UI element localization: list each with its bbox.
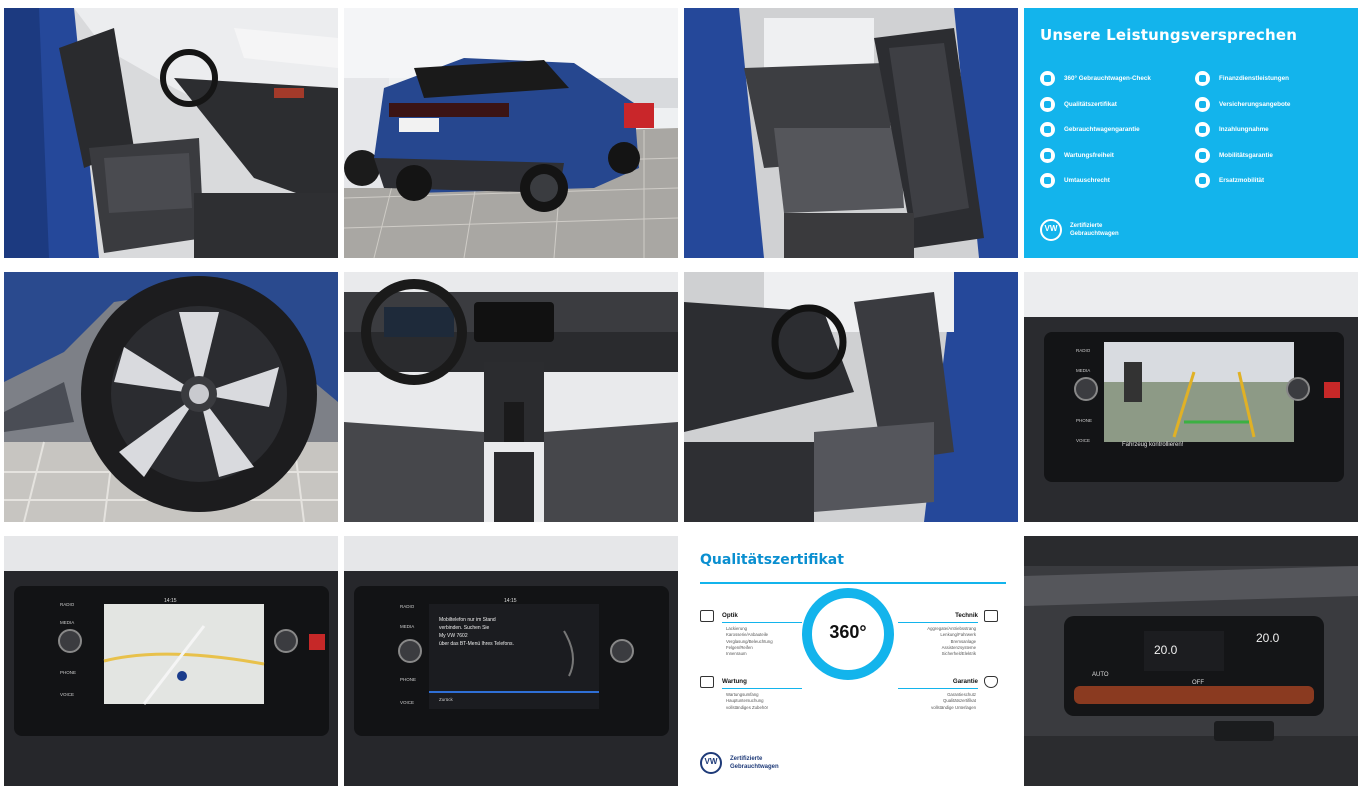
gallery-photo-driver-door-interior[interactable] [4,8,338,258]
promise-item: 360° Gebrauchtwagen-Check [1040,66,1187,92]
insurance-icon [1195,96,1210,112]
wartung-heading: Wartung [722,678,747,685]
hardkey-label: VOICE [1076,438,1090,443]
hardkey-label: VOICE [60,692,74,697]
gallery-photo-cockpit[interactable] [344,272,678,522]
phone-message-line: My VW 7602 [439,633,468,639]
promise-item: Qualitätszertifikat [1040,92,1187,118]
gallery-photo-rear-camera-display[interactable]: Fahrzeug kontrollieren! RADIO MEDIA PHON… [1024,272,1358,522]
promise-item: Ersatzmobilität [1195,168,1342,194]
hardkey-label: PHONE [1076,418,1092,423]
replacement-car-icon [1195,173,1210,189]
mobility-icon [1195,147,1210,163]
hardkey-label: RADIO [60,602,75,607]
gallery-photo-wheel[interactable] [4,272,338,522]
vw-logo-icon [1040,219,1062,241]
nav-time: 14:15 [164,598,177,604]
garantie-heading: Garantie [952,678,978,685]
exchange-icon [1040,173,1055,189]
wrench-icon [700,676,714,688]
climate-auto-label: AUTO [1092,672,1109,678]
check-icon [1040,71,1055,87]
trade-in-icon [1195,122,1210,138]
hardkey-label: MEDIA [400,624,414,629]
optik-list: Lackierung Karosserie/Anbauteile Verglas… [726,626,773,657]
promise-banner[interactable]: Unsere Leistungsversprechen 360° Gebrauc… [1024,8,1358,258]
certificate-icon [1040,96,1055,112]
photo-rear-seats [684,8,1018,258]
photo-climate-control: 20.0 20.0 AUTO OFF [1024,536,1358,786]
photo-wheel [4,272,338,522]
seal-number: 360° [829,622,867,642]
hardkey-label: PHONE [60,670,76,675]
phone-message-line: Mobiltelefon nur im Stand [439,617,496,623]
finance-icon [1195,71,1210,87]
promise-item: Mobilitätsgarantie [1195,143,1342,169]
shield-icon [1040,122,1055,138]
temperature-left: 20.0 [1154,643,1178,657]
hardkey-label: VOICE [400,700,414,705]
shield-icon [984,676,998,688]
gallery-photo-phone-display[interactable]: Mobiltelefon nur im Stand verbinden. Suc… [344,536,678,786]
photo-phone-display: Mobiltelefon nur im Stand verbinden. Suc… [344,536,678,786]
phone-message-line: verbinden. Suchen Sie [439,625,490,631]
gallery-photo-rear-exterior[interactable] [344,8,678,258]
engine-icon [984,610,998,622]
promise-item: Inzahlungnahme [1195,117,1342,143]
certificate-divider [700,582,1006,584]
quality-certificate-banner[interactable]: Qualitätszertifikat Optik Lackierung Kar… [684,536,1018,786]
promise-footer: ZertifizierteGebrauchtwagen [1040,219,1119,241]
temperature-right: 20.0 [1256,631,1280,645]
promise-item: Finanzdienstleistungen [1195,66,1342,92]
photo-rear-exterior [344,8,678,258]
hardkey-label: RADIO [1076,348,1091,353]
car-icon [700,610,714,622]
promise-right-list: Finanzdienstleistungen Versicherungsange… [1195,66,1342,194]
promise-item: Umtauschrecht [1040,168,1187,194]
technik-heading: Technik [955,612,978,619]
climate-off-label: OFF [1192,680,1204,686]
certificate-footer: ZertifizierteGebrauchtwagen [700,752,779,774]
wartung-list: Wartungsumfang Hauptuntersuchung vollstä… [726,692,769,710]
gallery-photo-rear-seats[interactable] [684,8,1018,258]
promise-item: Versicherungsangebote [1195,92,1342,118]
hardkey-label: MEDIA [1076,368,1090,373]
photo-camera-display: Fahrzeug kontrollieren! RADIO MEDIA PHON… [1024,272,1358,522]
phone-message-line: über das BT-Menü Ihres Telefons. [439,641,514,647]
gallery-photo-climate-control[interactable]: 20.0 20.0 AUTO OFF [1024,536,1358,786]
gallery-photo-front-seat[interactable] [684,272,1018,522]
promise-title: Unsere Leistungsversprechen [1040,26,1298,44]
photo-cockpit [344,272,678,522]
photo-nav-display: 14:15 RADIO MEDIA PHONE VOICE [4,536,338,786]
seal-caption: Gebrauchtwagen-Check [819,646,877,652]
hardkey-label: PHONE [400,677,416,682]
promise-item: Wartungsfreiheit [1040,143,1187,169]
photo-driver-door [4,8,338,258]
photo-front-seat [684,272,1018,522]
camera-warning-text: Fahrzeug kontrollieren! [1122,442,1184,448]
garantie-list: Garantieschutz Qualitätszertifikat volls… [931,692,976,710]
certificate-title: Qualitätszertifikat [700,552,844,568]
vw-logo-icon [700,752,722,774]
wrench-icon [1040,147,1055,163]
optik-heading: Optik [722,612,738,619]
image-gallery: Unsere Leistungsversprechen 360° Gebrauc… [0,0,1365,786]
phone-back-label: Zurück [439,697,454,702]
hardkey-label: RADIO [400,604,415,609]
gallery-photo-navigation-display[interactable]: 14:15 RADIO MEDIA PHONE VOICE [4,536,338,786]
hardkey-label: MEDIA [60,620,74,625]
promise-left-list: 360° Gebrauchtwagen-Check Qualitätszerti… [1040,66,1187,194]
phone-time: 14:15 [504,598,517,604]
promise-item: Gebrauchtwagengarantie [1040,117,1187,143]
technik-list: Aggregate/Antriebsstrang Lenkung/Fahrwer… [927,626,976,657]
